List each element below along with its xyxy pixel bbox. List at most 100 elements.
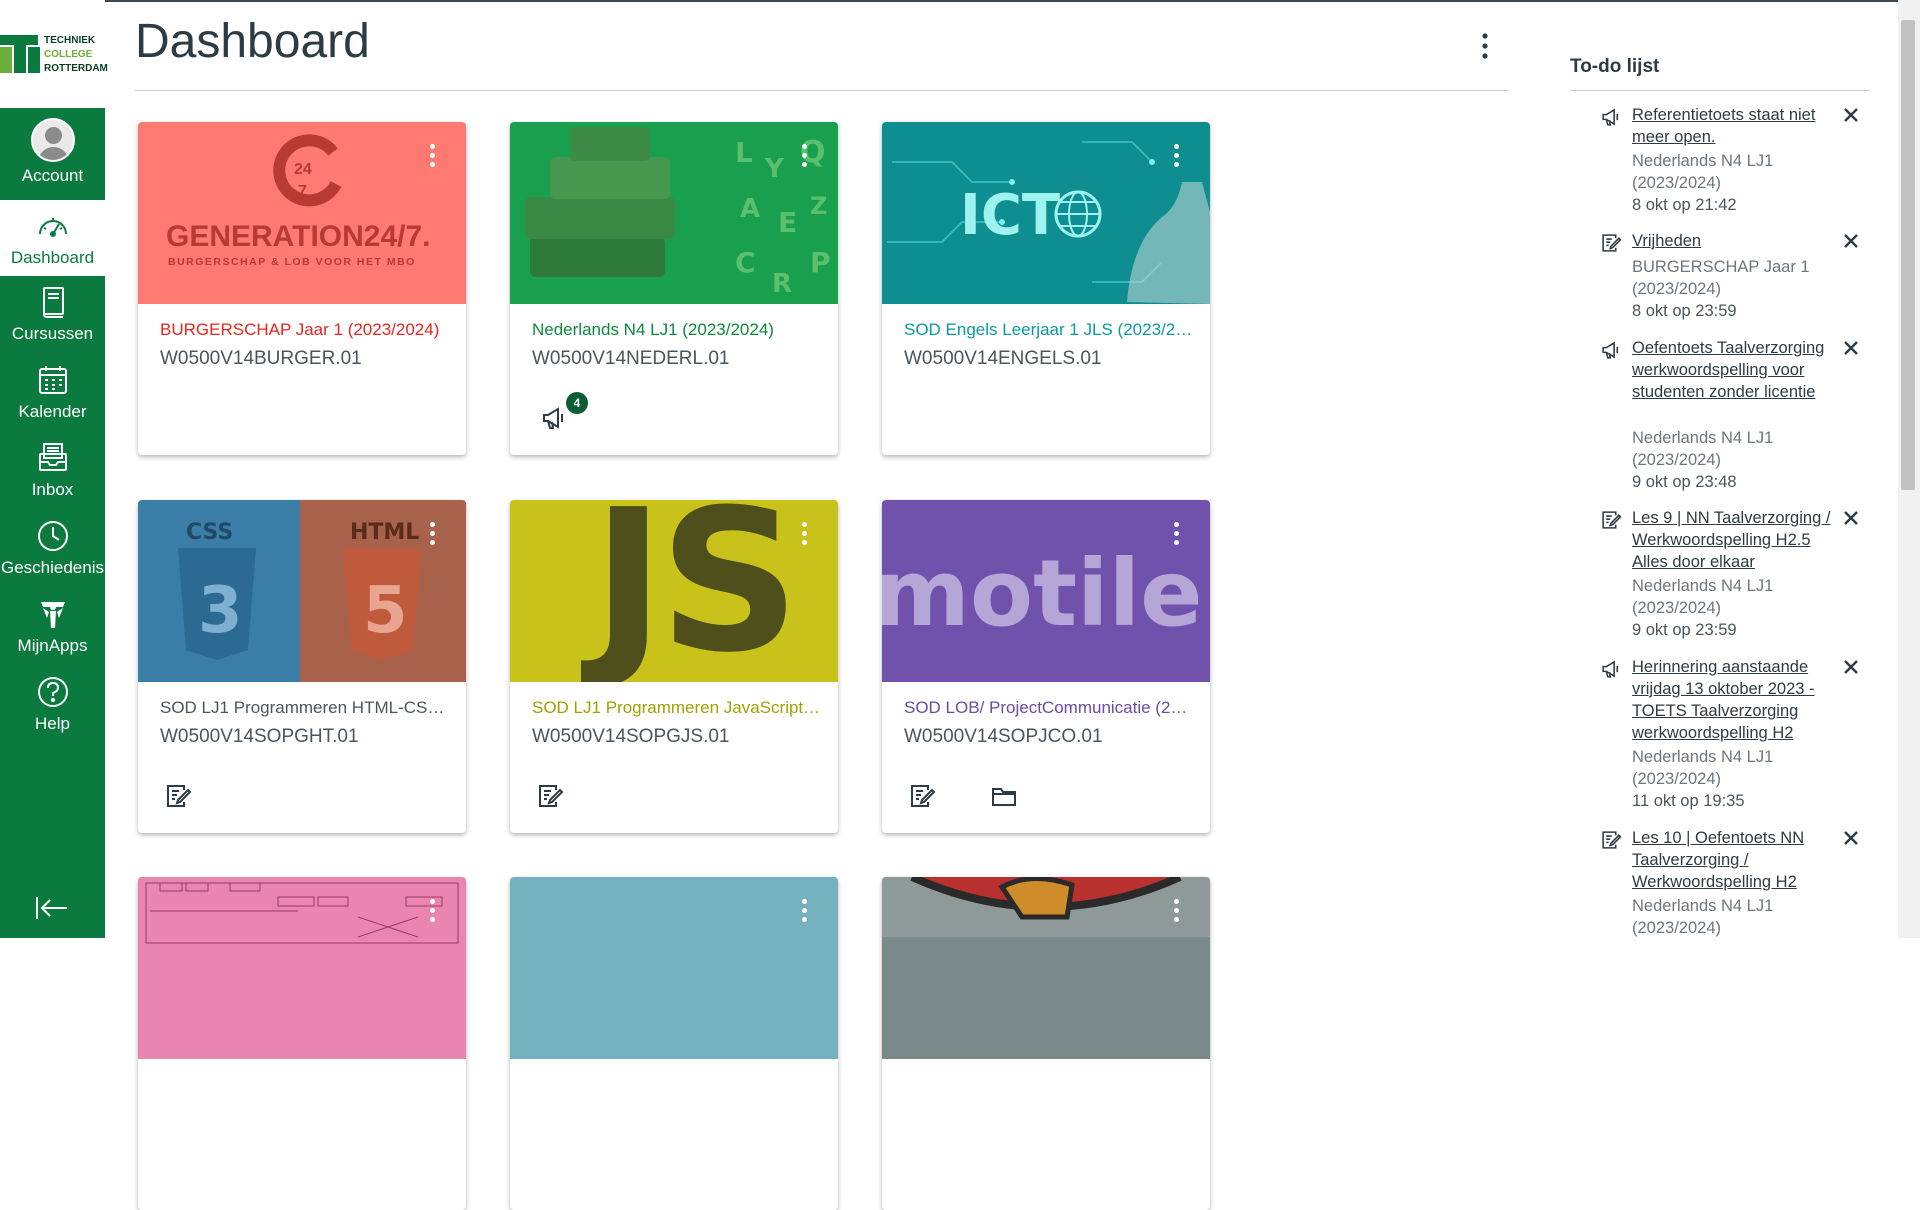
html-label: HTML [350, 520, 420, 545]
logo-image-icon [882, 877, 1210, 937]
course-code: W0500V14SOPJCO.01 [904, 726, 1103, 747]
page-scrollbar[interactable] [1898, 0, 1920, 938]
nav-dashboard[interactable]: Dashboard [0, 200, 105, 276]
announcements-button[interactable]: 4 [540, 392, 588, 432]
nav-inbox[interactable]: Inbox [0, 432, 105, 508]
card-options-icon[interactable] [428, 144, 436, 174]
course-card[interactable]: motile SOD LOB/ ProjectCommunicatie (202… [882, 500, 1210, 833]
svg-text:24: 24 [294, 161, 312, 178]
course-code: W0500V14BURGER.01 [160, 348, 362, 369]
todo-link[interactable]: Herinnering aanstaande vrijdag 13 oktobe… [1632, 656, 1832, 744]
course-card-image[interactable]: 24 7 GENERATION24/7. BURGERSCHAP & LOB V… [138, 122, 466, 304]
nav-myapps-label: MijnApps [17, 636, 88, 655]
todo-link[interactable]: Oefentoets Taalverzorging werkwoordspell… [1632, 337, 1832, 403]
course-card[interactable]: ICT SOD Engels Leerjaar 1 JLS (2023/2024… [882, 122, 1210, 455]
card-options-icon[interactable] [800, 144, 808, 174]
course-card-image[interactable]: JS [510, 500, 838, 682]
course-title[interactable]: SOD LJ1 Programmeren JavaScript (2023/20… [532, 698, 822, 718]
course-title[interactable]: SOD Engels Leerjaar 1 JLS (2023/2024) [904, 320, 1194, 340]
collapse-nav-icon[interactable] [34, 894, 70, 922]
nav-courses-label: Cursussen [11, 324, 94, 343]
dashboard-options-icon[interactable] [1470, 28, 1500, 64]
assignment-icon [1602, 831, 1622, 849]
nav-calendar[interactable]: Kalender [0, 354, 105, 430]
dismiss-icon[interactable] [1842, 339, 1860, 357]
svg-text:Z: Z [810, 192, 827, 220]
course-card[interactable]: L Y Q A E Z C R P Nederlands N4 LJ1 (202… [510, 122, 838, 455]
todo-link[interactable]: Les 9 | NN Taalverzorging / Werkwoordspe… [1632, 507, 1832, 573]
card-options-icon[interactable] [1172, 522, 1180, 552]
course-card[interactable] [138, 877, 466, 1210]
svg-text:5: 5 [363, 574, 408, 648]
card-options-icon[interactable] [800, 899, 808, 929]
svg-text:3: 3 [198, 574, 243, 648]
nav-help[interactable]: Help [0, 666, 105, 742]
ict-image-icon: ICT [887, 141, 1210, 304]
assignment-icon[interactable] [536, 782, 564, 810]
card-options-icon[interactable] [1172, 144, 1180, 174]
dismiss-icon[interactable] [1842, 829, 1860, 847]
course-card-image[interactable] [138, 877, 466, 1059]
nav-myapps[interactable]: MijnApps [0, 588, 105, 664]
course-card-image[interactable]: 3 5 CSS HTML [138, 500, 466, 682]
scrollbar-thumb[interactable] [1901, 20, 1915, 490]
history-icon [37, 521, 68, 551]
course-card[interactable]: 24 7 GENERATION24/7. BURGERSCHAP & LOB V… [138, 122, 466, 455]
hero-title: GENERATION24/7. [166, 220, 431, 253]
nav-account[interactable]: Account [0, 108, 105, 185]
course-code: W0500V14ENGELS.01 [904, 348, 1102, 369]
todo-link[interactable]: Les 10 | Oefentoets NN Taalverzorging / … [1632, 827, 1832, 893]
nav-account-label: Account [21, 166, 84, 185]
todo-course: BURGERSCHAP Jaar 1 (2023/2024) [1632, 258, 1810, 298]
assignment-icon[interactable] [908, 782, 936, 810]
todo-course: Nederlands N4 LJ1 (2023/2024) [1632, 748, 1774, 788]
assignment-icon[interactable] [164, 782, 192, 810]
todo-link[interactable]: Vrijheden [1632, 230, 1832, 252]
dismiss-icon[interactable] [1842, 106, 1860, 124]
calendar-icon [38, 366, 67, 394]
card-options-icon[interactable] [800, 522, 808, 552]
course-card[interactable] [510, 877, 838, 1210]
course-title[interactable]: BURGERSCHAP Jaar 1 (2023/2024) [160, 320, 450, 340]
folder-icon[interactable] [990, 782, 1018, 810]
inbox-icon [38, 443, 67, 471]
course-card-image[interactable]: motile [882, 500, 1210, 682]
course-card-image[interactable]: L Y Q A E Z C R P [510, 122, 838, 304]
course-card-image[interactable] [510, 877, 838, 1059]
todo-date: 8 okt op 21:42 [1632, 196, 1737, 214]
course-card-image[interactable] [882, 877, 1210, 1059]
dismiss-icon[interactable] [1842, 509, 1860, 527]
card-options-icon[interactable] [428, 522, 436, 552]
svg-text:L: L [735, 136, 753, 169]
card-options-icon[interactable] [428, 899, 436, 929]
todo-divider [1570, 90, 1870, 91]
course-card[interactable] [882, 877, 1210, 1210]
course-card-image[interactable]: ICT [882, 122, 1210, 304]
svg-text:7: 7 [298, 183, 307, 200]
dismiss-icon[interactable] [1842, 232, 1860, 250]
course-title[interactable]: SOD LJ1 Programmeren HTML-CSS (2023/2024… [160, 698, 450, 718]
school-logo[interactable]: TECHNIEK COLLEGE ROTTERDAM [0, 0, 108, 108]
apps-icon [40, 602, 65, 628]
dashboard-icon [38, 218, 67, 237]
todo-course: Nederlands N4 LJ1 (2023/2024) [1632, 152, 1774, 192]
course-card[interactable]: JS SOD LJ1 Programmeren JavaScript (2023… [510, 500, 838, 833]
avatar [30, 118, 75, 162]
nav-history[interactable]: Geschiedenis [0, 510, 105, 586]
page-title: Dashboard [135, 15, 370, 68]
svg-text:E: E [778, 206, 797, 239]
todo-link[interactable]: Referentietoets staat niet meer open. [1632, 104, 1832, 148]
card-options-icon[interactable] [1172, 899, 1180, 929]
assignment-icon [1602, 234, 1622, 252]
course-card[interactable]: 3 5 CSS HTML SOD LJ1 Programmeren HTML-C… [138, 500, 466, 833]
todo-course: Nederlands N4 LJ1 (2023/2024) [1632, 429, 1774, 469]
course-title[interactable]: SOD LOB/ ProjectCommunicatie (2023/2024) [904, 698, 1194, 718]
nav-courses[interactable]: Cursussen [0, 276, 105, 352]
css-label: CSS [186, 520, 234, 545]
svg-text:C: C [735, 246, 756, 279]
dismiss-icon[interactable] [1842, 658, 1860, 676]
announcement-icon [1602, 108, 1619, 126]
course-title[interactable]: Nederlands N4 LJ1 (2023/2024) [532, 320, 822, 340]
hero-subtitle: BURGERSCHAP & LOB VOOR HET MBO [168, 256, 416, 268]
todo-date: 8 okt op 23:59 [1632, 302, 1737, 320]
